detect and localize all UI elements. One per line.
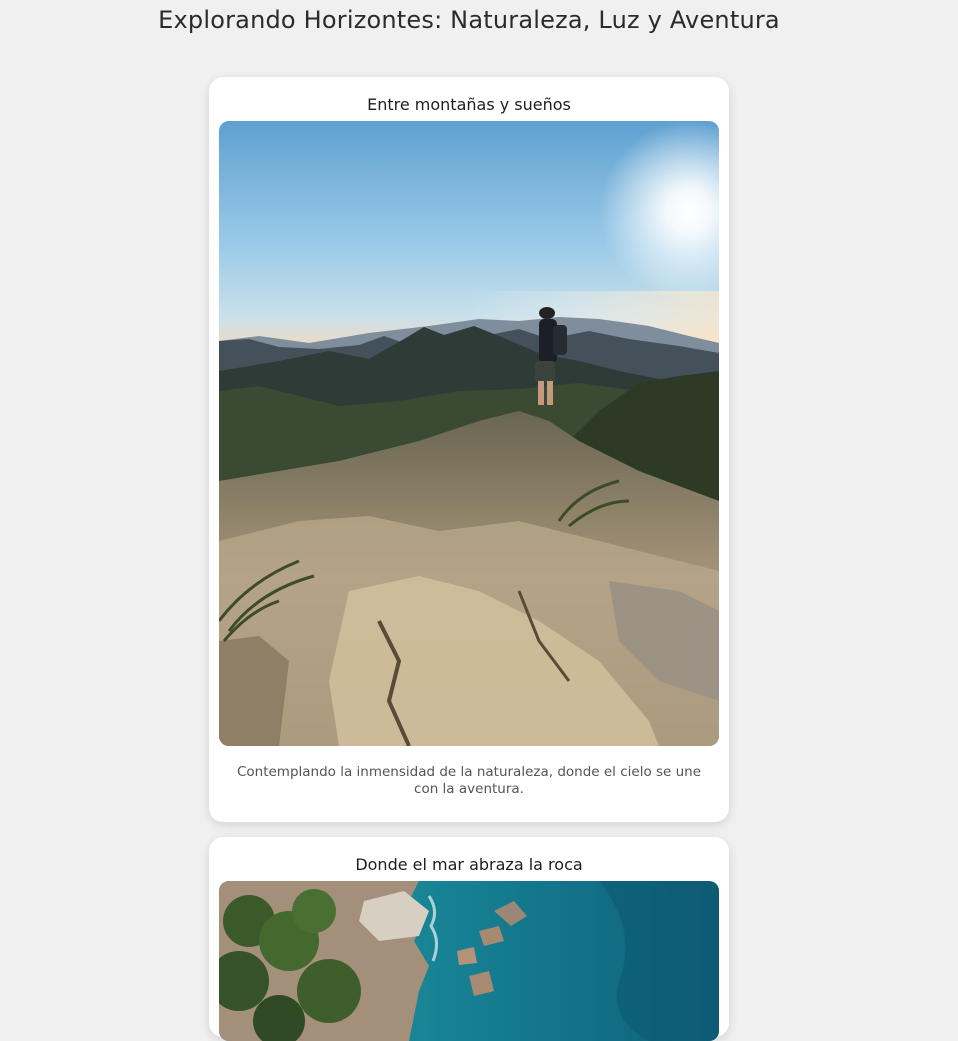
card-image-mountain-hiker bbox=[219, 121, 719, 746]
card-title: Donde el mar abraza la roca bbox=[355, 855, 583, 874]
card-caption: Contemplando la inmensidad de la natural… bbox=[236, 764, 702, 797]
card-title: Entre montañas y sueños bbox=[367, 95, 571, 114]
page-title: Explorando Horizontes: Naturaleza, Luz y… bbox=[158, 6, 780, 34]
photo-card: Donde el mar abraza la roca bbox=[209, 837, 729, 1041]
photo-card: Entre montañas y sueños Contemplando la … bbox=[209, 77, 729, 822]
card-image-coastal-aerial bbox=[219, 881, 719, 1041]
